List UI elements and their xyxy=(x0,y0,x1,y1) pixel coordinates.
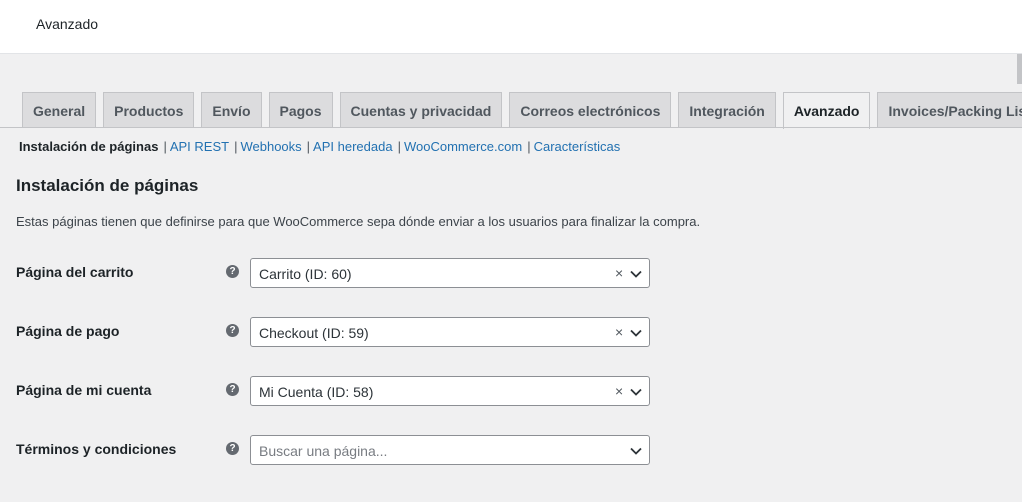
subnav-separator: | xyxy=(527,139,531,154)
subnav-separator: | xyxy=(306,139,311,154)
subnav-caracteristicas[interactable]: Características xyxy=(534,139,621,154)
select-value: Carrito (ID: 60) xyxy=(259,266,352,282)
subnav-api-heredada[interactable]: API heredada xyxy=(313,139,393,154)
help-icon[interactable]: ? xyxy=(226,383,239,396)
field-label: Página de mi cuenta xyxy=(16,382,152,398)
settings-tabs: General Productos Envío Pagos Cuentas y … xyxy=(22,92,1022,129)
tab-cuentas-privacidad[interactable]: Cuentas y privacidad xyxy=(339,92,503,128)
clear-icon[interactable]: × xyxy=(615,265,623,281)
select-value: Mi Cuenta (ID: 58) xyxy=(259,384,374,400)
tab-invoices[interactable]: Invoices/Packing Lists xyxy=(877,92,1022,128)
subnav-separator: | xyxy=(397,139,401,154)
subnav-api-rest[interactable]: API REST xyxy=(170,139,229,154)
field-row-carrito: Página del carrito ? Carrito (ID: 60) × xyxy=(0,258,1022,288)
field-row-pago: Página de pago ? Checkout (ID: 59) × xyxy=(0,317,1022,347)
chevron-down-icon[interactable] xyxy=(629,385,643,399)
tab-correos[interactable]: Correos electrónicos xyxy=(509,92,672,128)
chevron-down-icon[interactable] xyxy=(629,267,643,281)
subsection-nav: Instalación de páginas | API REST | Webh… xyxy=(19,139,620,154)
subnav-woocommerce-com[interactable]: WooCommerce.com xyxy=(404,139,522,154)
chevron-down-icon[interactable] xyxy=(629,444,643,458)
chevron-down-icon[interactable] xyxy=(629,326,643,340)
subnav-separator: | xyxy=(234,139,238,154)
tab-integracion[interactable]: Integración xyxy=(678,92,776,128)
tab-envio[interactable]: Envío xyxy=(201,92,262,128)
section-description: Estas páginas tienen que definirse para … xyxy=(16,214,701,229)
page-title: Avanzado xyxy=(36,16,99,32)
field-row-terminos: Términos y condiciones ? Buscar una pági… xyxy=(0,435,1022,465)
help-icon[interactable]: ? xyxy=(226,442,239,455)
field-label: Página de pago xyxy=(16,323,120,339)
tab-pagos[interactable]: Pagos xyxy=(268,92,333,128)
clear-icon[interactable]: × xyxy=(615,324,623,340)
tab-avanzado[interactable]: Avanzado xyxy=(782,92,871,129)
checkout-page-select[interactable]: Checkout (ID: 59) × xyxy=(250,317,650,347)
subnav-webhooks[interactable]: Webhooks xyxy=(240,139,301,154)
field-label: Términos y condiciones xyxy=(16,441,177,457)
myaccount-page-select[interactable]: Mi Cuenta (ID: 58) × xyxy=(250,376,650,406)
tab-productos[interactable]: Productos xyxy=(103,92,195,128)
scrollbar[interactable] xyxy=(1017,54,1022,84)
field-label: Página del carrito xyxy=(16,264,134,280)
section-title: Instalación de páginas xyxy=(16,176,199,195)
help-icon[interactable]: ? xyxy=(226,324,239,337)
field-row-mi-cuenta: Página de mi cuenta ? Mi Cuenta (ID: 58)… xyxy=(0,376,1022,406)
select-value: Checkout (ID: 59) xyxy=(259,325,369,341)
subnav-separator: | xyxy=(163,139,167,154)
select-placeholder: Buscar una página... xyxy=(259,443,388,459)
subnav-instalacion-paginas[interactable]: Instalación de páginas xyxy=(19,139,158,154)
tab-general[interactable]: General xyxy=(22,92,97,128)
clear-icon[interactable]: × xyxy=(615,383,623,399)
cart-page-select[interactable]: Carrito (ID: 60) × xyxy=(250,258,650,288)
terms-page-select[interactable]: Buscar una página... xyxy=(250,435,650,465)
tab-divider xyxy=(0,127,1022,128)
help-icon[interactable]: ? xyxy=(226,265,239,278)
top-bar: Avanzado xyxy=(0,0,1022,54)
